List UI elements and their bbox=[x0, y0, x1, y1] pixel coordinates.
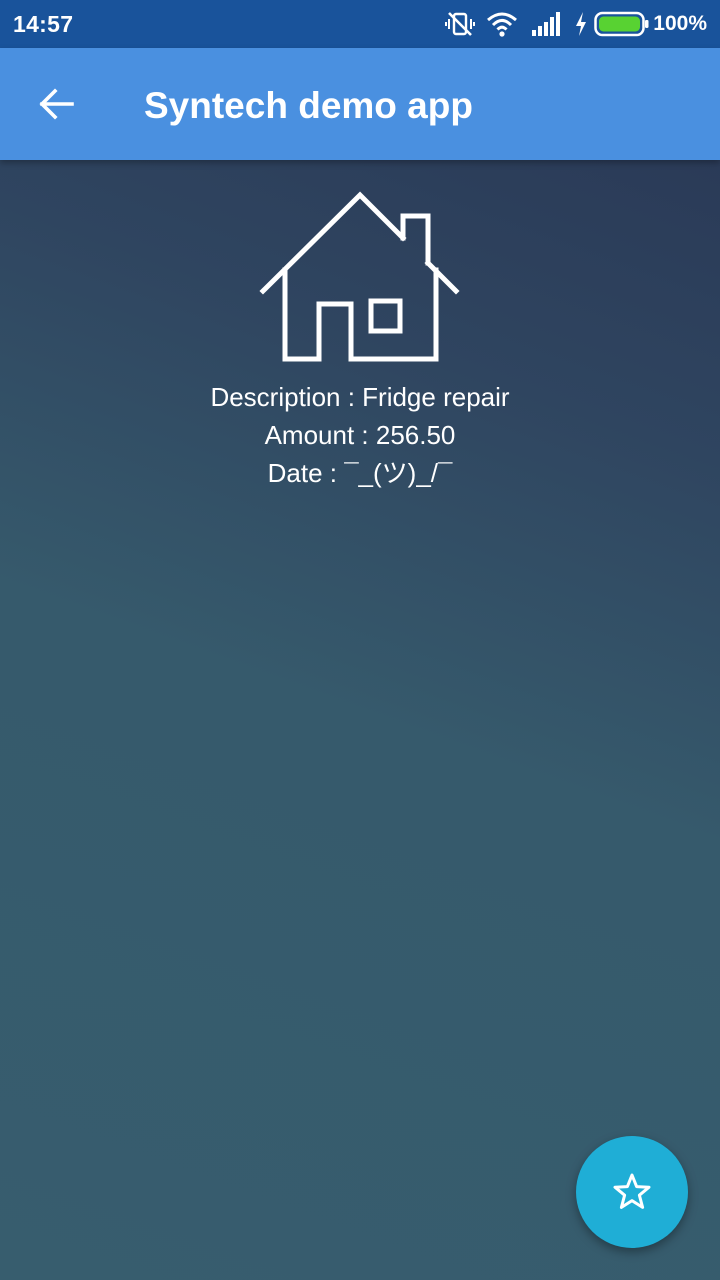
charging-icon bbox=[576, 12, 586, 36]
wifi-icon bbox=[487, 12, 517, 37]
transaction-details: Description : Fridge repair Amount : 256… bbox=[0, 378, 720, 492]
vibrate-off-icon bbox=[445, 12, 475, 36]
status-bar: 14:57 100% bbox=[0, 0, 720, 48]
signal-icon bbox=[532, 12, 560, 36]
status-time: 14:57 bbox=[13, 11, 74, 37]
back-button[interactable] bbox=[22, 70, 90, 138]
date-text: Date : ¯_(ツ)_/¯ bbox=[267, 458, 453, 488]
description-text: Description : Fridge repair bbox=[210, 382, 510, 412]
star-icon bbox=[613, 1173, 651, 1209]
battery-percent: 100% bbox=[653, 12, 707, 35]
amount-text: Amount : 256.50 bbox=[264, 420, 456, 450]
arrow-left-icon bbox=[39, 88, 74, 120]
favorite-fab-button[interactable] bbox=[576, 1136, 688, 1248]
battery-icon bbox=[594, 11, 649, 37]
page-title: Syntech demo app bbox=[144, 85, 473, 126]
house-icon bbox=[259, 191, 460, 362]
app-bar: Syntech demo app bbox=[0, 48, 720, 160]
app-screen: 14:57 100% Syntech demo app Description … bbox=[0, 0, 720, 1280]
